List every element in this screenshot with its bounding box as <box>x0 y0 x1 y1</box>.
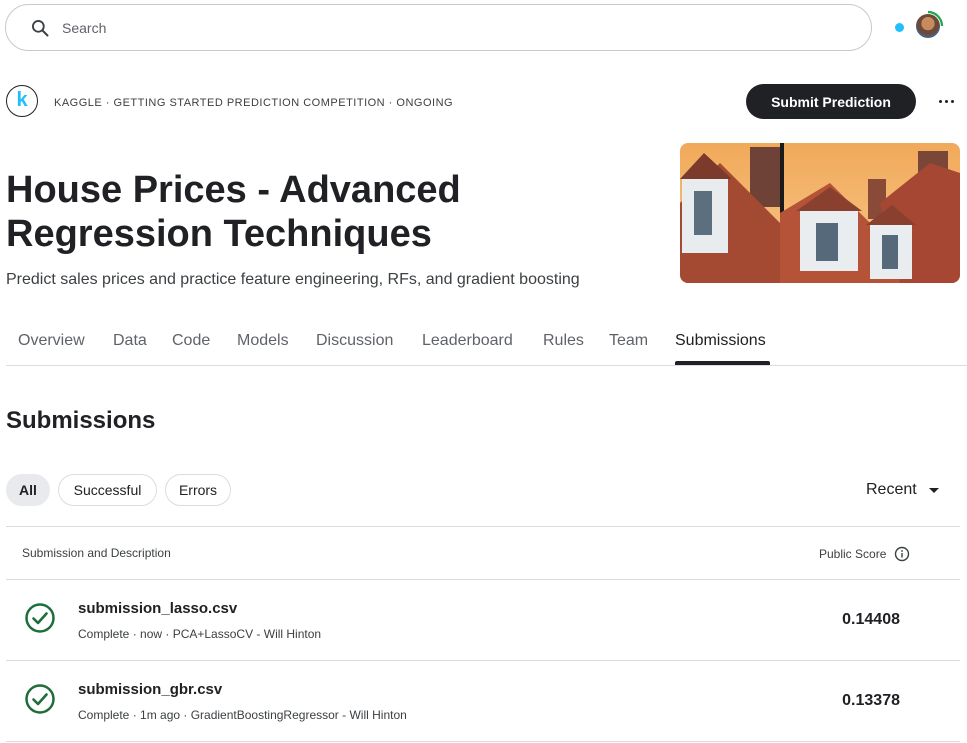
more-options-icon[interactable] <box>934 90 958 112</box>
submission-filename[interactable]: submission_gbr.csv <box>78 681 222 698</box>
competition-header-image <box>680 143 960 283</box>
search-bar[interactable]: Search <box>5 4 872 51</box>
page-subtitle: Predict sales prices and practice featur… <box>6 271 580 288</box>
competition-breadcrumb: KAGGLE · GETTING STARTED PREDICTION COMP… <box>54 97 454 109</box>
tab-data[interactable]: Data <box>113 332 147 350</box>
filter-errors[interactable]: Errors <box>165 474 231 506</box>
tab-submissions[interactable]: Submissions <box>675 332 766 350</box>
filter-successful[interactable]: Successful <box>58 474 157 506</box>
table-header: Submission and Description Public Score <box>6 526 960 580</box>
public-score: 0.14408 <box>842 611 900 628</box>
table-row[interactable]: submission_gbr.csv Complete · 1m ago · G… <box>6 661 960 742</box>
section-title: Submissions <box>6 407 156 434</box>
success-check-icon <box>24 602 56 634</box>
public-score-label: Public Score <box>819 547 887 561</box>
avatar-image <box>916 14 940 38</box>
competition-tabs: Overview Data Code Models Discussion Lea… <box>6 320 967 366</box>
search-input[interactable]: Search <box>62 20 106 36</box>
page-title: House Prices - Advanced Regression Techn… <box>6 169 461 255</box>
sort-label: Recent <box>866 481 917 498</box>
avatar[interactable] <box>912 10 944 42</box>
active-tab-indicator <box>675 361 770 365</box>
submit-prediction-button[interactable]: Submit Prediction <box>746 84 916 119</box>
tab-code[interactable]: Code <box>172 332 210 350</box>
submission-meta: Complete · 1m ago · GradientBoostingRegr… <box>78 708 407 722</box>
tab-discussion[interactable]: Discussion <box>316 332 393 350</box>
search-icon <box>30 17 52 39</box>
tab-models[interactable]: Models <box>237 332 289 350</box>
submission-meta: Complete · now · PCA+LassoCV - Will Hint… <box>78 627 322 641</box>
submissions-table: Submission and Description Public Score … <box>6 526 960 742</box>
caret-down-icon <box>928 487 939 493</box>
notification-dot <box>895 23 904 32</box>
tab-team[interactable]: Team <box>609 332 648 350</box>
table-row[interactable]: submission_lasso.csv Complete · now · PC… <box>6 580 960 661</box>
column-header-submission: Submission and Description <box>22 546 171 560</box>
column-header-public-score: Public Score <box>819 546 910 562</box>
filter-all[interactable]: All <box>6 474 50 506</box>
info-icon[interactable] <box>894 546 910 562</box>
submission-filename[interactable]: submission_lasso.csv <box>78 600 237 617</box>
tab-rules[interactable]: Rules <box>543 332 584 350</box>
kaggle-logo[interactable]: k <box>6 85 38 117</box>
kaggle-logo-letter: k <box>16 88 28 111</box>
sort-dropdown[interactable]: Recent <box>866 481 939 499</box>
public-score: 0.13378 <box>842 692 900 709</box>
success-check-icon <box>24 683 56 715</box>
tab-leaderboard[interactable]: Leaderboard <box>422 332 513 350</box>
tab-overview[interactable]: Overview <box>18 332 85 350</box>
